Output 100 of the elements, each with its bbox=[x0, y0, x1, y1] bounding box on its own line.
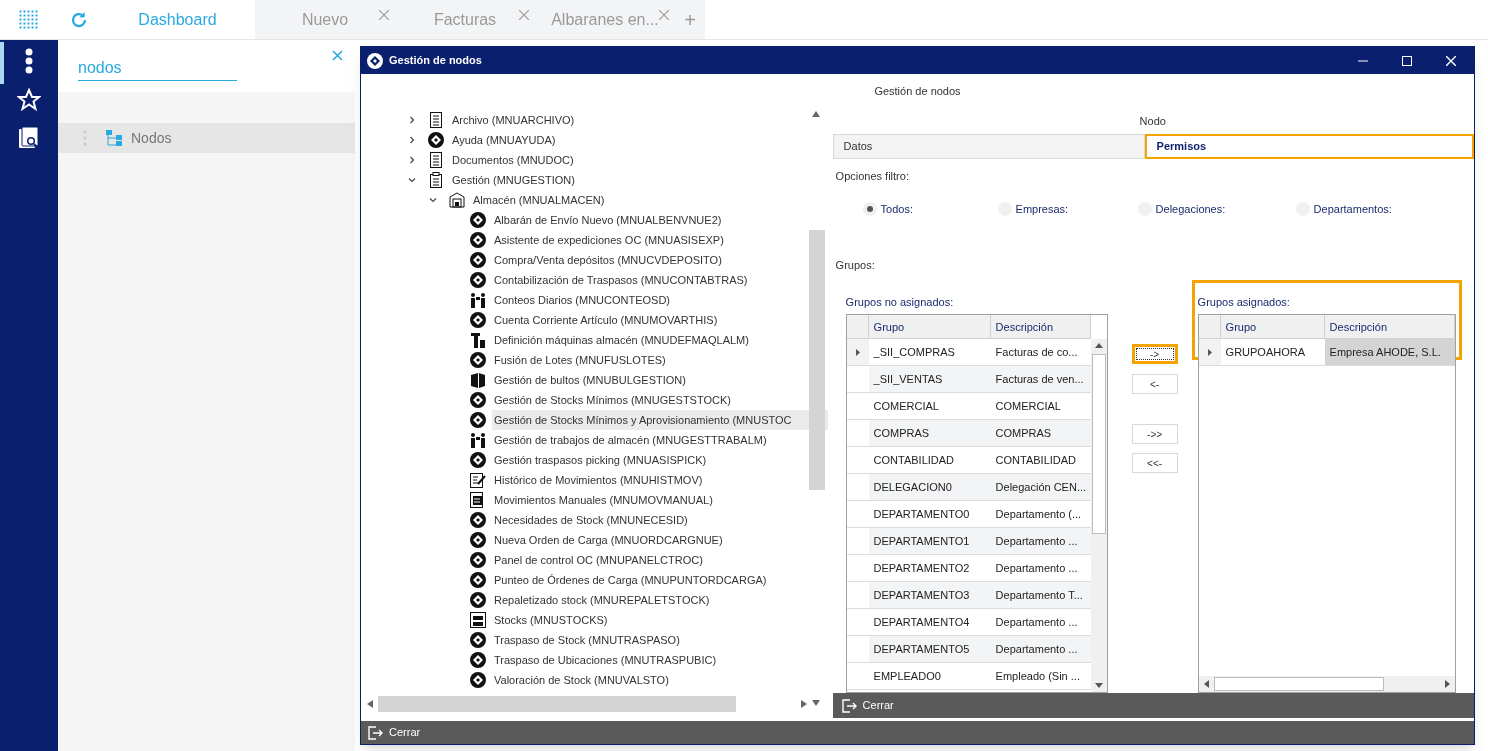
scroll-down-icon[interactable] bbox=[1094, 683, 1103, 689]
tab[interactable]: Datos bbox=[832, 134, 1145, 159]
expand-icon[interactable] bbox=[408, 116, 416, 124]
tree-item[interactable]: Definición máquinas almacén (MNUDEFMAQLALM) bbox=[492, 330, 828, 350]
table-cell: COMPRAS bbox=[868, 420, 991, 447]
tree-item[interactable]: Gestión de bultos (MNUBULGESTION) bbox=[492, 370, 828, 390]
table-row[interactable]: DEPARTAMENTO1 Departamento ... bbox=[846, 528, 1091, 556]
table-row[interactable]: COMPRAS COMPRAS bbox=[846, 420, 1091, 448]
column-header[interactable]: Descripción bbox=[1324, 315, 1455, 339]
current-row-icon bbox=[855, 348, 860, 356]
node-icon bbox=[470, 672, 486, 688]
tree-item[interactable]: Documentos (MNUDOC) bbox=[450, 150, 828, 170]
move-button[interactable]: -> bbox=[1131, 344, 1178, 365]
scrollbar-thumb[interactable] bbox=[378, 696, 736, 712]
tree-item[interactable]: Histórico de Movimientos (MNUHISTMOV) bbox=[492, 470, 828, 490]
tree-item[interactable]: Cuenta Corriente Artículo (MNUMOVARTHIS) bbox=[492, 310, 828, 330]
edit-icon bbox=[470, 472, 486, 488]
tree-item[interactable]: Valoración de Stock (MNUVALSTO) bbox=[492, 670, 828, 690]
move-button[interactable]: ->> bbox=[1131, 424, 1178, 445]
table-cell: Departamento ... bbox=[990, 636, 1091, 663]
tree-item[interactable]: Archivo (MNUARCHIVO) bbox=[450, 110, 828, 130]
close-button[interactable]: Cerrar bbox=[389, 724, 421, 741]
clipboard-icon bbox=[428, 172, 444, 188]
column-header[interactable]: Descripción bbox=[990, 315, 1091, 339]
tree-item[interactable]: Compra/Venta depósitos (MNUCVDEPOSITO) bbox=[492, 250, 828, 270]
grid-title: Grupos asignados: bbox=[1197, 295, 1291, 309]
scrollbar-thumb[interactable] bbox=[1091, 354, 1106, 535]
radio-label: Empresas: bbox=[1015, 201, 1069, 217]
table-cell: _SII_VENTAS bbox=[868, 366, 991, 393]
node-icon bbox=[470, 452, 486, 468]
tree-item[interactable]: Traspaso de Stock (MNUTRASPASO) bbox=[492, 630, 828, 650]
grid-title: Grupos no asignados: bbox=[845, 295, 955, 309]
tree-item[interactable]: Necesidades de Stock (MNUNECESID) bbox=[492, 510, 828, 530]
document-icon bbox=[428, 152, 444, 168]
table-row[interactable]: GRUPOAHORA Empresa AHODE, S.L. bbox=[1198, 339, 1455, 367]
collapse-icon[interactable] bbox=[429, 196, 437, 204]
more-options-icon[interactable] bbox=[25, 48, 33, 74]
table-row[interactable]: DELEGACION0 Delegación CEN... bbox=[846, 474, 1091, 502]
table-row[interactable]: DEPARTAMENTO5 Departamento ... bbox=[846, 636, 1091, 664]
tree-item[interactable]: Punteo de Órdenes de Carga (MNUPUNTORDCARGA) bbox=[492, 570, 828, 590]
maximize-icon[interactable] bbox=[1402, 55, 1412, 66]
star-icon[interactable] bbox=[17, 88, 41, 112]
filter-label: Opciones filtro: bbox=[835, 170, 909, 182]
tree-item[interactable]: Gestión (MNUGESTION) bbox=[450, 170, 828, 190]
tree-item[interactable]: Ayuda (MNUAYUDA) bbox=[450, 130, 828, 150]
tree-item[interactable]: Gestión de Stocks Mínimos y Aprovisionamiento (MNUSTOC bbox=[492, 410, 828, 430]
tree-item[interactable]: Albarán de Envío Nuevo (MNUALBENVNUE2) bbox=[492, 210, 828, 230]
tree-item[interactable]: Gestión traspasos picking (MNUASISPICK) bbox=[492, 450, 828, 470]
apps-grid-icon[interactable] bbox=[19, 9, 39, 30]
exit-icon[interactable] bbox=[840, 697, 857, 714]
tree-item[interactable]: Movimientos Manuales (MNUMOVMANUAL) bbox=[492, 490, 828, 510]
exit-icon[interactable] bbox=[367, 724, 383, 741]
scroll-left-icon[interactable] bbox=[367, 700, 373, 708]
warehouse-icon bbox=[449, 192, 465, 208]
tree-item[interactable]: Gestión de Stocks Mínimos (MNUGESTSTOCK) bbox=[492, 390, 828, 410]
tree-item[interactable]: Conteos Diarios (MNUCONTEOSD) bbox=[492, 290, 828, 310]
scroll-down-icon[interactable] bbox=[812, 700, 820, 706]
refresh-icon[interactable] bbox=[70, 10, 88, 29]
scroll-up-icon[interactable] bbox=[812, 111, 820, 117]
table-row[interactable]: DEPARTAMENTO3 Departamento T... bbox=[846, 582, 1091, 610]
column-header[interactable]: Grupo bbox=[868, 315, 991, 339]
collapse-icon[interactable] bbox=[408, 176, 416, 184]
move-button[interactable]: <- bbox=[1131, 374, 1178, 395]
window-title: Gestión de nodos bbox=[389, 53, 482, 69]
table-cell: DEPARTAMENTO5 bbox=[868, 636, 991, 663]
result-item[interactable]: Nodos bbox=[58, 123, 355, 153]
tree-item[interactable]: Almacén (MNUALMACEN) bbox=[471, 190, 828, 210]
close-button[interactable]: Cerrar bbox=[862, 697, 894, 714]
tree-item[interactable]: Panel de control OC (MNUPANELCTROC) bbox=[492, 550, 828, 570]
node-icon bbox=[470, 552, 486, 568]
table-row[interactable]: _SII_COMPRAS Facturas de co... bbox=[846, 339, 1091, 367]
people-icon bbox=[470, 432, 486, 448]
radio-button[interactable] bbox=[862, 202, 877, 217]
tree-item[interactable]: Asistente de expediciones OC (MNUASISEXP) bbox=[492, 230, 828, 250]
table-cell: Empresa AHODE, S.L. bbox=[1324, 339, 1455, 366]
move-button[interactable]: <<- bbox=[1131, 453, 1178, 474]
tree-item[interactable]: Nueva Orden de Carga (MNUORDCARGNUE) bbox=[492, 530, 828, 550]
expand-icon[interactable] bbox=[408, 136, 416, 144]
node-icon bbox=[470, 232, 486, 248]
tree-item[interactable]: Contabilización de Traspasos (MNUCONTABTRAS) bbox=[492, 270, 828, 290]
node-icon bbox=[470, 352, 486, 368]
expand-icon[interactable] bbox=[408, 156, 416, 164]
scrollbar-thumb[interactable] bbox=[1213, 677, 1384, 692]
scroll-up-icon[interactable] bbox=[1094, 343, 1103, 349]
tab[interactable]: Permisos bbox=[1144, 134, 1474, 159]
table-cell: DELEGACION0 bbox=[868, 474, 991, 501]
column-header[interactable]: Grupo bbox=[1220, 315, 1325, 339]
tree-item[interactable]: Gestión de trabajos de almacén (MNUGESTTRABALM) bbox=[492, 430, 828, 450]
tree-item[interactable]: Stocks (MNUSTOCKS) bbox=[492, 610, 828, 630]
scrollbar-thumb[interactable] bbox=[809, 230, 825, 490]
table-cell: Departamento ... bbox=[990, 528, 1091, 555]
scroll-right-icon[interactable] bbox=[801, 700, 807, 708]
scroll-left-icon[interactable] bbox=[1203, 680, 1209, 689]
table-row[interactable]: _SII_VENTAS Facturas de ven... bbox=[846, 366, 1091, 394]
node-icon bbox=[470, 392, 486, 408]
tree-item[interactable]: Repaletizado stock (MNUREPALETSTOCK) bbox=[492, 590, 828, 610]
document-search-icon[interactable] bbox=[17, 126, 41, 150]
tree-item[interactable]: Fusión de Lotes (MNUFUSLOTES) bbox=[492, 350, 828, 370]
tree-item[interactable]: Traspaso de Ubicaciones (MNUTRASPUBIC) bbox=[492, 650, 828, 670]
scroll-right-icon[interactable] bbox=[1444, 680, 1450, 689]
